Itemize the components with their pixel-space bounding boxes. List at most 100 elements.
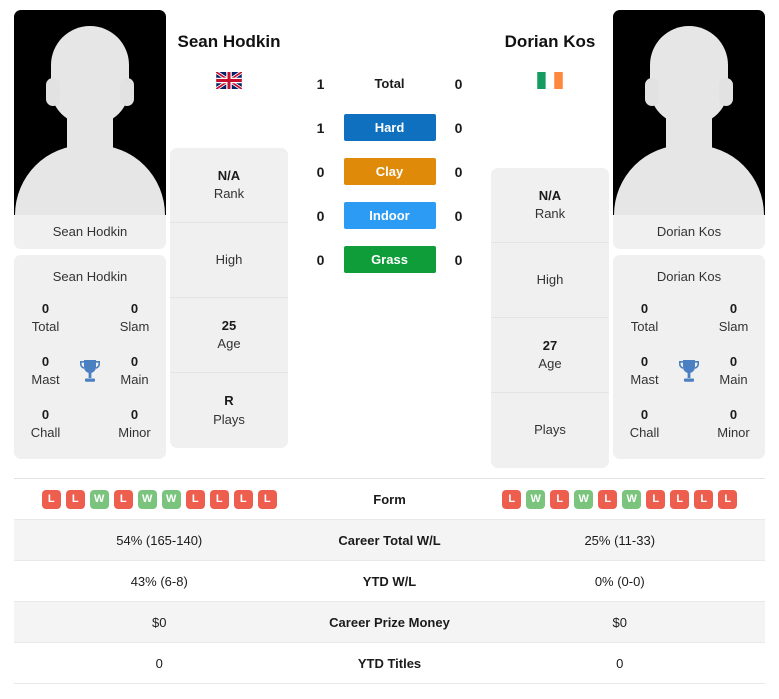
- info-label: Plays: [213, 411, 245, 427]
- gb-flag-icon: [215, 70, 243, 94]
- table-row-ytd-titles: 0 YTD Titles 0: [14, 643, 765, 684]
- avatar-body-shape: [15, 145, 165, 215]
- table-row-career-prize-money: $0 Career Prize Money $0: [14, 602, 765, 643]
- left-player-awards-card: Sean Hodkin 0 Total 0 Slam 0 Mast 0 Main…: [14, 255, 166, 460]
- info-row-rank: N/A Rank: [170, 148, 288, 223]
- form-badge: L: [598, 489, 618, 509]
- table-row-ytd-wl: 43% (6-8) YTD W/L 0% (0-0): [14, 561, 765, 602]
- player-comparison-page: Sean Hodkin Sean Hodkin 0 Total 0 Slam 0: [0, 0, 779, 699]
- form-badge: L: [257, 489, 277, 509]
- left-stat-value: 0: [155, 655, 163, 671]
- left-info-column: Sean Hodkin N/A Rank High 25 Age R Plays: [170, 10, 288, 448]
- award-mast: 0 Mast: [20, 353, 71, 388]
- avatar-ear-left-shape: [46, 78, 60, 106]
- h2h-row-indoor: 0 Indoor 0: [292, 202, 487, 229]
- left-player-header: Sean Hodkin: [170, 10, 288, 148]
- avatar-body-shape: [614, 145, 764, 215]
- info-value: N/A: [538, 187, 562, 203]
- stat-label: Career Prize Money: [329, 614, 450, 630]
- right-player-column: Dorian Kos Dorian Kos 0 Total 0 Slam 0 M…: [613, 10, 765, 460]
- award-label: Minor: [717, 424, 750, 440]
- info-label: Age: [217, 336, 241, 351]
- award-chall: 0 Chall: [619, 406, 670, 441]
- stats-table: L L W L W W L L L L Form L W L W L W L L…: [14, 478, 765, 684]
- info-row-high: High: [491, 243, 609, 318]
- right-player-photo-caption: Dorian Kos: [613, 215, 765, 249]
- award-main: 0 Main: [109, 353, 160, 388]
- award-value: 0: [41, 354, 50, 370]
- h2h-surface-indoor[interactable]: Indoor: [343, 202, 436, 229]
- right-form-cell: L W L W L W L L L L: [475, 489, 766, 509]
- h2h-left-score: 1: [316, 75, 325, 92]
- left-player-photo-card[interactable]: Sean Hodkin: [14, 10, 166, 249]
- award-value: 0: [130, 407, 139, 423]
- info-label: High: [536, 271, 564, 287]
- left-player-avatar: [14, 10, 166, 215]
- form-badge: L: [185, 489, 205, 509]
- right-player-photo-card[interactable]: Dorian Kos: [613, 10, 765, 249]
- left-player-photo-caption: Sean Hodkin: [14, 215, 166, 249]
- form-badge: L: [65, 489, 85, 509]
- form-badge: W: [574, 489, 594, 509]
- h2h-row-clay: 0 Clay 0: [292, 158, 487, 185]
- info-label: High: [215, 251, 243, 267]
- info-row-age: 27 Age: [491, 318, 609, 393]
- award-value: 0: [640, 301, 649, 316]
- form-badge: L: [41, 489, 61, 509]
- award-minor: 0 Minor: [708, 406, 759, 441]
- h2h-surface-grass[interactable]: Grass: [343, 246, 436, 273]
- h2h-left-score: 0: [316, 207, 325, 224]
- h2h-row-grass: 0 Grass 0: [292, 246, 487, 273]
- left-form-cell: L L W L W W L L L L: [14, 489, 305, 509]
- award-mast: 0 Mast: [619, 353, 670, 388]
- form-badge: L: [550, 489, 570, 509]
- stat-label-form: Form: [373, 491, 406, 507]
- info-row-high: High: [170, 223, 288, 298]
- h2h-right-score: 0: [454, 75, 463, 92]
- right-stat-value: 0% (0-0): [594, 573, 645, 589]
- trophy-icon: [71, 358, 109, 384]
- info-row-plays: R Plays: [170, 373, 288, 448]
- award-value: 0: [130, 354, 139, 370]
- right-player-avatar: [613, 10, 765, 215]
- form-badge: W: [89, 489, 109, 509]
- award-slam: 0 Slam: [109, 300, 160, 335]
- award-chall: 0 Chall: [20, 406, 71, 441]
- right-stat-value: $0: [612, 614, 627, 630]
- h2h-right-score: 0: [454, 119, 463, 136]
- form-badge: W: [137, 489, 157, 509]
- award-value: 0: [729, 301, 738, 316]
- h2h-left-score: 1: [316, 119, 325, 136]
- stat-label: YTD W/L: [362, 573, 417, 589]
- info-label: Rank: [534, 206, 566, 221]
- award-value: 0: [729, 407, 738, 423]
- award-label: Main: [120, 371, 149, 387]
- right-stat-value: 25% (11-33): [584, 532, 656, 548]
- form-badge: L: [646, 489, 666, 509]
- award-value: 0: [640, 354, 649, 370]
- info-value: 25: [221, 317, 237, 333]
- h2h-left-score: 0: [316, 163, 325, 180]
- award-value: 0: [41, 301, 50, 316]
- h2h-surface-clay[interactable]: Clay: [343, 158, 436, 185]
- form-badge: L: [209, 489, 229, 509]
- award-label: Total: [31, 318, 60, 334]
- head-to-head-column: 1 Total 0 1 Hard 0 0 Clay 0 0 Indoor 0 0: [292, 10, 487, 273]
- award-label: Main: [719, 371, 748, 387]
- right-stat-value: 0: [616, 655, 624, 671]
- info-label: Rank: [213, 186, 245, 201]
- stat-label: Career Total W/L: [338, 532, 441, 548]
- right-player-header: Dorian Kos: [491, 10, 609, 168]
- left-stat-value: 54% (165-140): [116, 532, 203, 548]
- left-info-card: N/A Rank High 25 Age R Plays: [170, 148, 288, 448]
- award-label: Minor: [118, 424, 151, 440]
- award-value: 0: [729, 354, 738, 370]
- right-awards-title: Dorian Kos: [656, 269, 722, 284]
- info-value: R: [224, 393, 234, 409]
- right-player-name: Dorian Kos: [504, 32, 596, 51]
- award-label: Chall: [30, 424, 61, 440]
- info-row-rank: N/A Rank: [491, 168, 609, 243]
- award-label: Mast: [31, 371, 60, 387]
- award-total: 0 Total: [619, 300, 670, 335]
- h2h-surface-hard[interactable]: Hard: [343, 114, 436, 141]
